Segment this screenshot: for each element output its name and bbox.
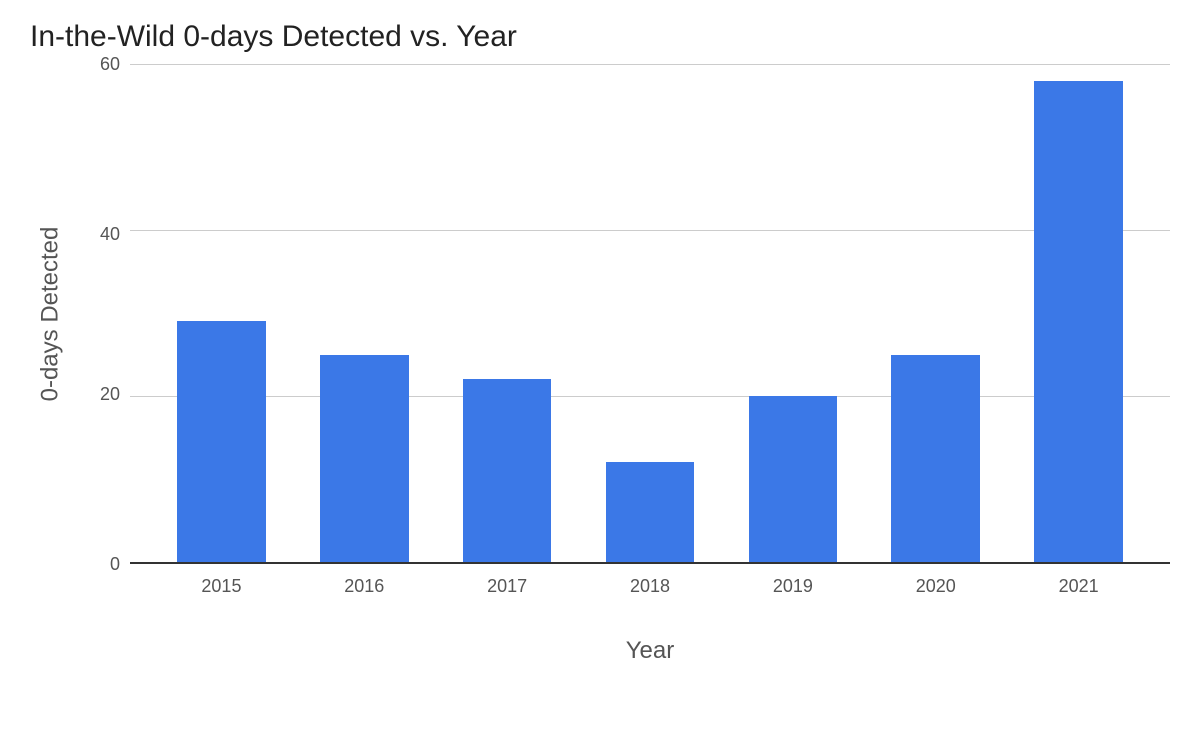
y-axis-label-wrap: 0-days Detected (30, 64, 70, 564)
plot-wrap: 60 40 20 0 (70, 64, 1170, 684)
y-tick: 0 (70, 555, 120, 573)
bar-2019 (749, 396, 838, 562)
x-tick: 2018 (579, 576, 722, 597)
chart-container: In-the-Wild 0-days Detected vs. Year 0-d… (0, 0, 1200, 742)
y-tick: 40 (70, 225, 120, 243)
bar-slot (293, 64, 436, 562)
bar-slot (579, 64, 722, 562)
bar-2015 (177, 321, 266, 562)
bar-slot (864, 64, 1007, 562)
bar-slot (721, 64, 864, 562)
x-tick: 2015 (150, 576, 293, 597)
x-tick: 2019 (721, 576, 864, 597)
y-tick: 20 (70, 385, 120, 403)
bar-2018 (606, 462, 695, 562)
bar-slot (436, 64, 579, 562)
bar-2017 (463, 379, 552, 562)
bar-2016 (320, 355, 409, 563)
x-tick: 2016 (293, 576, 436, 597)
chart-title: In-the-Wild 0-days Detected vs. Year (30, 20, 1170, 54)
bar-2020 (891, 355, 980, 563)
x-tick: 2017 (436, 576, 579, 597)
x-axis-label: Year (130, 637, 1170, 665)
y-axis-label: 0-days Detected (36, 227, 64, 402)
chart-body: 0-days Detected 60 40 20 0 (30, 64, 1170, 684)
x-tick: 2021 (1007, 576, 1150, 597)
plot-row: 60 40 20 0 (70, 64, 1170, 564)
bar-slot (150, 64, 293, 562)
y-axis-ticks: 60 40 20 0 (70, 64, 130, 564)
y-tick: 60 (70, 55, 120, 73)
x-axis-ticks: 2015 2016 2017 2018 2019 2020 2021 (130, 576, 1170, 597)
bar-slot (1007, 64, 1150, 562)
bars-group (130, 64, 1170, 562)
x-tick: 2020 (864, 576, 1007, 597)
plot-area (130, 64, 1170, 564)
bar-2021 (1034, 81, 1123, 562)
